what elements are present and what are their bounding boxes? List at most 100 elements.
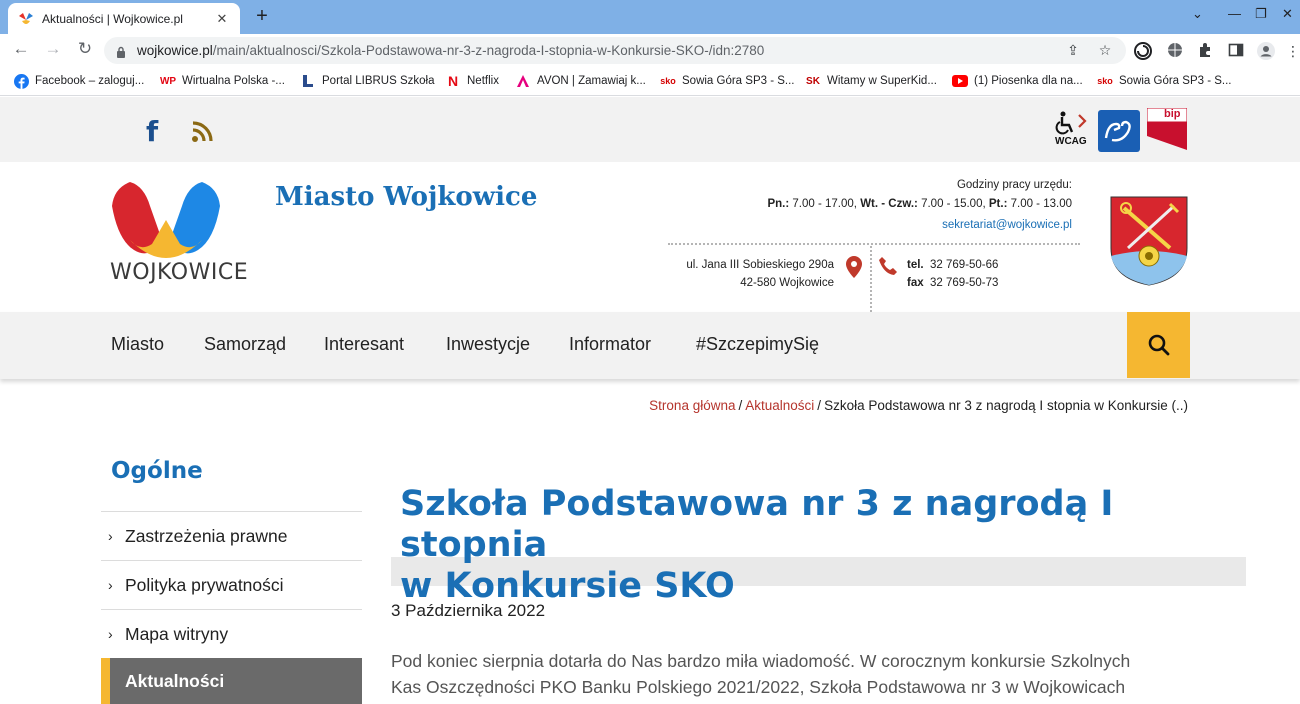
sidebar-item-aktualnosci[interactable]: Aktualności: [101, 658, 362, 704]
bookmark-star-icon[interactable]: ☆: [1096, 41, 1114, 59]
breadcrumb-separator: /: [738, 398, 743, 413]
breadcrumb-separator: /: [817, 398, 822, 413]
nav-item-inwestycje[interactable]: Inwestycje: [446, 334, 530, 355]
chevron-right-icon: ›: [108, 577, 113, 593]
breadcrumb: Strona główna / Aktualności / Szkoła Podstaw…: [649, 398, 1188, 413]
extension-sync-icon[interactable]: [1134, 42, 1152, 60]
search-icon: [1148, 334, 1169, 356]
restore-icon[interactable]: ❐: [1255, 6, 1267, 22]
breadcrumb-section[interactable]: Aktualności: [745, 398, 814, 413]
bookmark-item[interactable]: (1) Piosenka dla na...: [952, 73, 1083, 89]
sidebar-item-label: Zastrzeżenia prawne: [125, 525, 288, 546]
address: ul. Jana III Sobieskiego 290a 42-580 Woj…: [686, 256, 834, 292]
side-panel-icon[interactable]: [1227, 42, 1245, 60]
nav-item-interesant[interactable]: Interesant: [324, 334, 404, 355]
window-close-icon[interactable]: ✕: [1282, 6, 1293, 22]
bookmark-item[interactable]: SK Witamy w SuperKid...: [805, 73, 937, 89]
sign-language-icon[interactable]: [1098, 110, 1140, 152]
fax-label: fax: [907, 277, 924, 289]
breadcrumb-home[interactable]: Strona główna: [649, 398, 735, 413]
hours-day: Wt. - Czw.:: [860, 198, 918, 210]
facebook-icon: [13, 73, 29, 89]
nav-item-samorzad[interactable]: Samorząd: [204, 334, 286, 355]
sidebar-item-zastrzezenia[interactable]: › Zastrzeżenia prawne: [101, 511, 362, 560]
sidebar-item-polityka[interactable]: › Polityka prywatności: [101, 560, 362, 609]
bookmark-item[interactable]: N Netflix: [445, 73, 499, 89]
bookmark-item[interactable]: AVON | Zamawiaj k...: [515, 73, 646, 89]
dotted-divider: [870, 246, 872, 312]
address-line: ul. Jana III Sobieskiego 290a: [686, 259, 834, 271]
tab-search-chevron-icon[interactable]: ⌄: [1192, 6, 1203, 22]
sidebar-menu: › Zastrzeżenia prawne › Polityka prywatn…: [101, 511, 362, 704]
article-title-line: Szkoła Podstawowa nr 3 z nagrodą I stopn…: [400, 484, 1114, 565]
hours-time: 7.00 - 15.00,: [921, 198, 986, 210]
top-strip: f WCAG bip: [0, 97, 1300, 162]
article-body: Pod koniec sierpnia dotarła do Nas bardz…: [391, 648, 1191, 700]
search-button[interactable]: [1127, 312, 1190, 378]
browser-tab-active[interactable]: Aktualności | Wojkowice.pl ✕: [8, 3, 240, 34]
fax-number: 32 769-50-73: [930, 277, 999, 289]
chevron-right-icon: ›: [108, 528, 113, 544]
rss-icon[interactable]: [191, 119, 215, 143]
dotted-divider: [668, 243, 1080, 245]
librus-icon: [300, 73, 316, 89]
share-icon[interactable]: ⇪: [1064, 41, 1082, 59]
article-date: 3 Października 2022: [391, 601, 546, 620]
breadcrumb-current: Szkoła Podstawowa nr 3 z nagrodą I stopn…: [824, 398, 1188, 413]
browser-menu-icon[interactable]: ⋮: [1284, 42, 1300, 60]
minimize-icon[interactable]: —: [1228, 6, 1241, 21]
sko-icon: sko: [1097, 76, 1113, 86]
main-navigation: Miasto Samorząd Interesant Inwestycje In…: [0, 312, 1300, 379]
extensions-puzzle-icon[interactable]: [1196, 42, 1214, 60]
bookmark-item[interactable]: WP Wirtualna Polska -...: [160, 73, 285, 89]
url-text: wojkowice.pl/main/aktualnosci/Szkola-Pod…: [137, 43, 764, 58]
address-line: 42-580 Wojkowice: [740, 277, 834, 289]
bookmark-item[interactable]: Facebook – zaloguj...: [13, 73, 144, 89]
nav-item-szczepimysie[interactable]: #SzczepimySię: [696, 334, 819, 355]
bookmark-label: Sowia Góra SP3 - S...: [1119, 75, 1232, 87]
hours-title: Godziny pracy urzędu:: [956, 179, 1072, 191]
tel-number[interactable]: 32 769-50-66: [930, 259, 998, 271]
bookmark-item[interactable]: Portal LIBRUS Szkoła: [300, 73, 435, 89]
wcag-label: WCAG: [1055, 136, 1087, 147]
bookmark-label: (1) Piosenka dla na...: [974, 75, 1083, 87]
back-icon[interactable]: ←: [10, 39, 32, 59]
email-link[interactable]: sekretariat@wojkowice.pl: [942, 219, 1072, 231]
nav-item-miasto[interactable]: Miasto: [111, 334, 164, 355]
bookmark-label: AVON | Zamawiaj k...: [537, 75, 646, 87]
tab-close-icon[interactable]: ✕: [214, 11, 230, 27]
bip-icon[interactable]: bip: [1146, 107, 1188, 150]
profile-avatar-icon[interactable]: [1257, 42, 1275, 60]
facebook-icon[interactable]: f: [146, 115, 166, 148]
netflix-icon: N: [447, 73, 459, 89]
bookmark-item[interactable]: sko Sowia Góra SP3 - S...: [1097, 73, 1232, 89]
sidebar-item-label: Mapa witryny: [125, 623, 229, 644]
sk-icon: SK: [806, 75, 820, 87]
article-body-line: Pod koniec sierpnia dotarła do Nas bardz…: [391, 651, 1131, 671]
phone-contact: tel. 32 769-50-66 fax 32 769-50-73: [907, 256, 998, 292]
browser-toolbar: ← → ↻ wojkowice.pl/main/aktualnosci/Szko…: [0, 34, 1300, 66]
hours-time: 7.00 - 17.00,: [792, 198, 857, 210]
sidebar-item-mapa[interactable]: › Mapa witryny: [101, 609, 362, 658]
extension-globe-icon[interactable]: [1166, 42, 1184, 60]
map-pin-icon: [846, 256, 862, 278]
city-name[interactable]: Miasto Wojkowice: [275, 182, 537, 212]
sidebar-title: Ogólne: [111, 458, 203, 484]
coat-of-arms: [1110, 196, 1188, 286]
sidebar-item-label: Aktualności: [125, 670, 225, 691]
browser-tab-bar: Aktualności | Wojkowice.pl ✕ + ⌄ — ❐ ✕: [0, 0, 1300, 34]
sko-icon: sko: [660, 76, 676, 86]
site-header: WOJKOWICE Miasto Wojkowice Godziny pracy…: [0, 162, 1300, 312]
nav-item-informator[interactable]: Informator: [569, 334, 651, 355]
address-bar[interactable]: wojkowice.pl/main/aktualnosci/Szkola-Pod…: [104, 37, 1126, 64]
bookmark-label: Sowia Góra SP3 - S...: [682, 75, 795, 87]
new-tab-icon[interactable]: +: [252, 5, 272, 28]
browser-tab-title: Aktualności | Wojkowice.pl: [42, 11, 183, 26]
forward-icon[interactable]: →: [42, 39, 64, 59]
bookmark-label: Witamy w SuperKid...: [827, 75, 937, 87]
url-domain: wojkowice.pl: [137, 43, 213, 58]
reload-icon[interactable]: ↻: [74, 39, 96, 59]
bip-label: bip: [1164, 108, 1181, 120]
bookmark-item[interactable]: sko Sowia Góra SP3 - S...: [660, 73, 795, 89]
article-body-line: Kas Oszczędności PKO Banku Polskiego 202…: [391, 677, 1126, 697]
